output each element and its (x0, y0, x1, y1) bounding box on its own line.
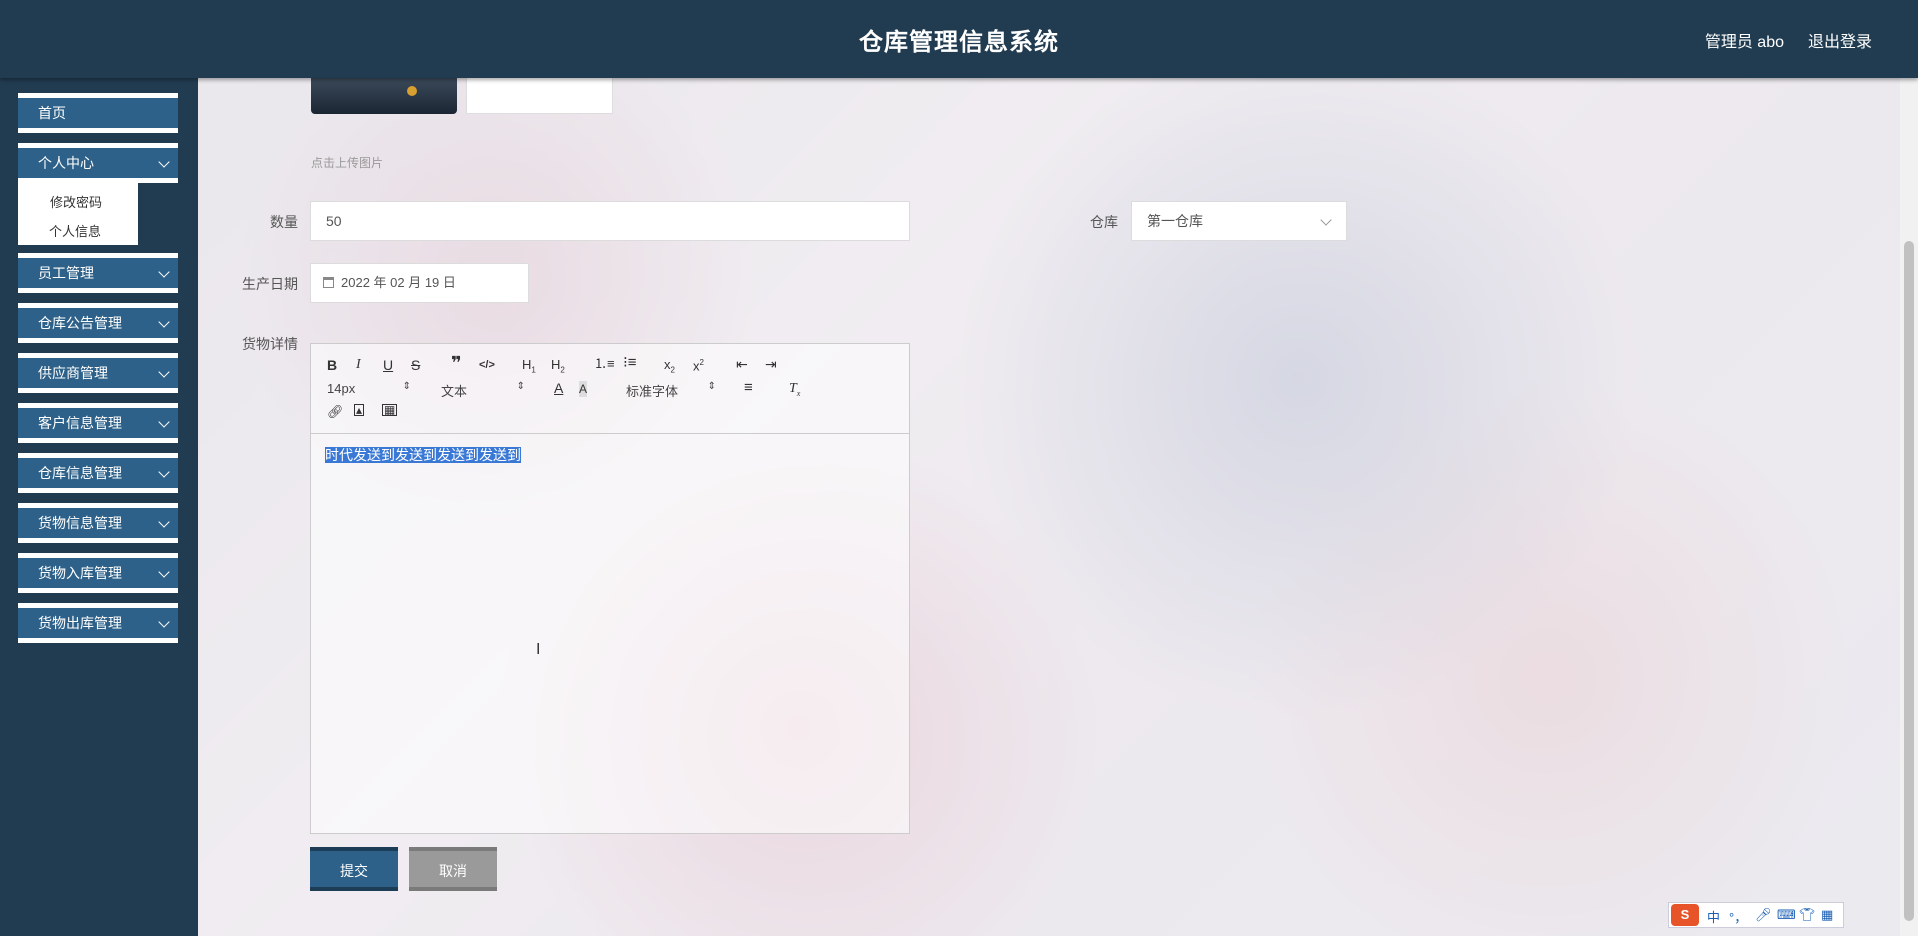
image-upload-box[interactable] (466, 78, 613, 114)
submit-button[interactable]: 提交 (310, 847, 398, 891)
video-icon[interactable]: ▦ (382, 404, 398, 416)
italic-icon[interactable]: I (356, 357, 361, 373)
calendar-icon (323, 277, 334, 288)
font-family-select[interactable]: 标准字体 ⇕ (626, 381, 716, 400)
ime-toolbar[interactable]: S 中 °， 🎤︎ ⌨︎ 👕︎ ▦ (1668, 902, 1844, 928)
sidebar-item-goods-out[interactable]: 货物出库管理 (18, 603, 178, 643)
block-type-select[interactable]: 文本 ⇕ (441, 381, 525, 400)
sidebar-item-notices[interactable]: 仓库公告管理 (18, 303, 178, 343)
clear-format-icon[interactable]: Tx (789, 381, 800, 402)
quantity-label: 数量 (270, 214, 298, 230)
page-scrollbar[interactable] (1900, 78, 1918, 936)
ime-punctuation[interactable]: °， (1729, 907, 1747, 926)
sidebar-item-label: 个人中心 (38, 155, 94, 171)
font-size-select[interactable]: 14px ⇕ (327, 381, 411, 396)
chevron-down-icon (158, 516, 170, 528)
toolbox-grid-icon[interactable]: ▦ (1821, 907, 1833, 923)
upload-hint[interactable]: 点击上传图片 (311, 154, 383, 171)
sidebar-item-label: 货物信息管理 (38, 515, 122, 531)
subscript-icon[interactable]: x2 (664, 357, 675, 379)
sidebar-item-label: 货物出库管理 (38, 615, 122, 631)
chevron-down-icon (1320, 214, 1332, 226)
goods-details-label: 货物详情 (242, 336, 298, 352)
sidebar-item-home[interactable]: 首页 (18, 93, 178, 133)
sogou-logo-icon: S (1671, 904, 1699, 926)
sidebar-item-label: 供应商管理 (38, 365, 108, 381)
production-date-label: 生产日期 (242, 276, 298, 292)
submenu-item-change-password[interactable]: 修改密码 (50, 192, 102, 211)
quantity-input[interactable]: 50 (310, 201, 910, 241)
sidebar-item-goods-in[interactable]: 货物入库管理 (18, 553, 178, 593)
sidebar-item-label: 客户信息管理 (38, 415, 122, 431)
sidebar-item-personal-center[interactable]: 个人中心 (18, 143, 178, 183)
current-user: 管理员 abo (1704, 34, 1784, 51)
skin-shirt-icon[interactable]: 👕︎ (1799, 907, 1816, 923)
sidebar-item-suppliers[interactable]: 供应商管理 (18, 353, 178, 393)
block-type-value: 文本 (441, 384, 468, 399)
code-block-icon[interactable]: </> (479, 357, 495, 373)
select-arrows-icon: ⇕ (516, 381, 525, 392)
production-date-value: 2022 年 02 月 19 日 (341, 275, 456, 290)
chevron-down-icon (158, 316, 170, 328)
warehouse-select-value: 第一仓库 (1147, 213, 1203, 229)
heading-2-icon[interactable]: H2 (551, 357, 565, 379)
editor-content[interactable]: 时代发送到发送到发送到发送到 (325, 445, 521, 465)
sidebar-item-staff[interactable]: 员工管理 (18, 253, 178, 293)
background-color-icon[interactable]: A (579, 381, 588, 397)
ordered-list-icon[interactable]: ⒈≡ (594, 356, 615, 372)
underline-icon[interactable]: U (383, 357, 393, 373)
chevron-down-icon (158, 566, 170, 578)
sidebar-item-customers[interactable]: 客户信息管理 (18, 403, 178, 443)
superscript-icon[interactable]: x2 (693, 355, 704, 374)
sidebar-item-label: 仓库信息管理 (38, 465, 122, 481)
uploaded-image-thumbnail[interactable] (311, 78, 457, 114)
chevron-down-icon (158, 266, 170, 278)
outdent-icon[interactable]: ⇤ (736, 356, 748, 372)
app-title: 仓库管理信息系统 (859, 29, 1059, 56)
submenu-item-profile[interactable]: 个人信息 (49, 221, 101, 240)
blockquote-icon[interactable]: ❞ (451, 354, 462, 372)
sidebar-item-label: 仓库公告管理 (38, 315, 122, 331)
sidebar-item-label: 首页 (38, 105, 66, 121)
text-color-icon[interactable]: A (554, 380, 563, 396)
sidebar-item-label: 货物入库管理 (38, 565, 122, 581)
bullet-list-icon[interactable]: ⁝≡ (623, 355, 637, 371)
personal-center-submenu: 修改密码 个人信息 (18, 183, 138, 245)
sidebar-item-label: 员工管理 (38, 265, 94, 281)
ime-mode[interactable]: 中 (1707, 907, 1720, 926)
rich-text-editor: B I U S ❞ </> H1 H2 ⒈≡ ⁝≡ x2 x2 ⇤ ⇥ 14px… (310, 343, 910, 834)
select-arrows-icon: ⇕ (402, 381, 411, 392)
heading-1-icon[interactable]: H1 (522, 357, 536, 379)
image-icon[interactable]: ▴ (354, 404, 365, 416)
chevron-down-icon (158, 416, 170, 428)
sidebar-item-goods[interactable]: 货物信息管理 (18, 503, 178, 543)
top-bar: 仓库管理信息系统 管理员 abo 退出登录 (0, 0, 1918, 78)
font-size-value: 14px (327, 381, 356, 396)
link-icon[interactable]: 🔗︎ (327, 404, 344, 420)
cancel-button[interactable]: 取消 (409, 847, 497, 891)
warehouse-select[interactable]: 第一仓库 (1131, 201, 1347, 241)
logout-link[interactable]: 退出登录 (1808, 28, 1872, 52)
editor-toolbar: B I U S ❞ </> H1 H2 ⒈≡ ⁝≡ x2 x2 ⇤ ⇥ 14px… (311, 344, 909, 434)
text-cursor-icon: I (536, 641, 541, 658)
bold-icon[interactable]: B (327, 357, 337, 373)
font-family-value: 标准字体 (626, 384, 679, 399)
align-icon[interactable]: ≡ (744, 380, 753, 396)
strikethrough-icon[interactable]: S (411, 357, 420, 373)
microphone-icon[interactable]: 🎤︎ (1755, 907, 1772, 923)
chevron-down-icon (158, 366, 170, 378)
indent-icon[interactable]: ⇥ (765, 356, 777, 372)
scrollbar-thumb[interactable] (1904, 241, 1914, 921)
select-arrows-icon: ⇕ (707, 381, 716, 392)
production-date-picker[interactable]: 2022 年 02 月 19 日 (310, 263, 529, 303)
keyboard-icon[interactable]: ⌨︎ (1777, 907, 1796, 923)
warehouse-label: 仓库 (1090, 214, 1118, 230)
chevron-down-icon (158, 156, 170, 168)
editor-selected-text: 时代发送到发送到发送到发送到 (325, 447, 521, 463)
chevron-down-icon (158, 466, 170, 478)
chevron-down-icon (158, 616, 170, 628)
sidebar-item-warehouses[interactable]: 仓库信息管理 (18, 453, 178, 493)
